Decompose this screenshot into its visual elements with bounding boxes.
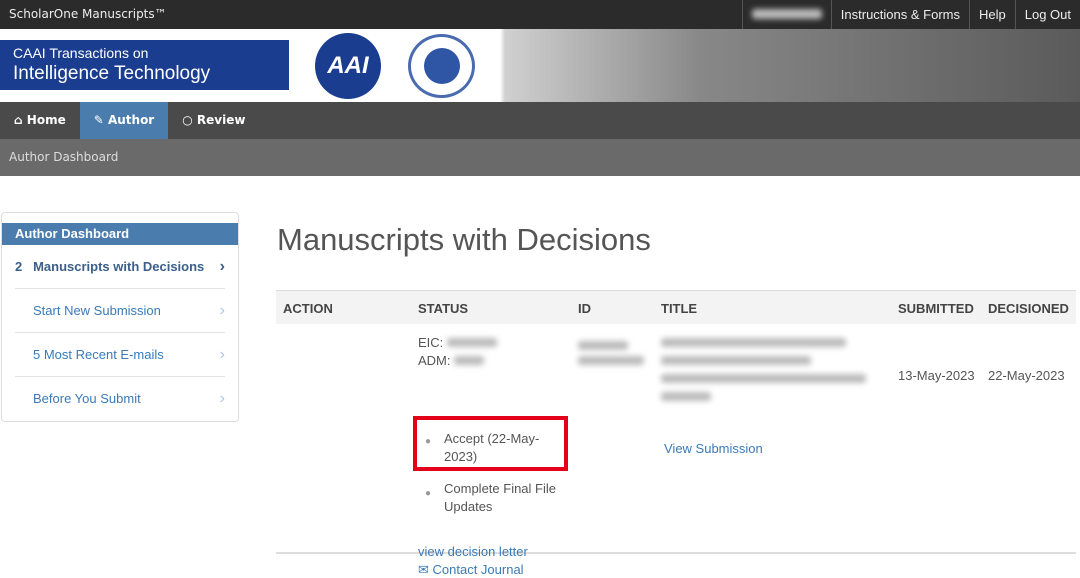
contact-journal-link[interactable]: ✉ Contact Journal — [418, 562, 524, 578]
contact-label: Contact Journal — [432, 562, 524, 577]
col-id: ID — [578, 301, 591, 316]
label: Manuscripts with Decisions — [33, 259, 205, 274]
pencil-icon: ✎ — [93, 113, 108, 127]
bullet-icon: ● — [425, 488, 432, 499]
label: 5 Most Recent E-mails — [33, 347, 164, 362]
label: Before You Submit — [33, 391, 141, 406]
status-final-files: Complete Final File Updates — [444, 481, 556, 514]
table-header: ACTION STATUS ID TITLE SUBMITTED DECISIO… — [276, 290, 1076, 324]
chevron-right-icon: › — [219, 346, 225, 363]
envelope-icon: ✉ — [418, 562, 433, 577]
highlight-box — [413, 416, 568, 471]
sidebar-item-new-submission[interactable]: Start New Submission › — [15, 289, 225, 333]
adm-label: ADM: — [418, 353, 451, 368]
col-decisioned: DECISIONED — [988, 301, 1069, 316]
manuscripts-table: ACTION STATUS ID TITLE SUBMITTED DECISIO… — [276, 290, 1076, 577]
brand: ScholarOne Manuscripts™ — [9, 7, 167, 21]
col-submitted: SUBMITTED — [898, 301, 974, 316]
journal-banner: CAAI Transactions on Intelligence Techno… — [0, 29, 1080, 102]
journal-title-line1: CAAI Transactions on — [13, 45, 149, 61]
nav-author-label: Author — [107, 113, 155, 127]
view-submission-link[interactable]: View Submission — [664, 441, 763, 456]
chevron-right-icon: › — [219, 258, 225, 275]
manuscript-title — [661, 338, 866, 401]
sidebar-item-emails[interactable]: 5 Most Recent E-mails › — [15, 333, 225, 377]
breadcrumb[interactable]: Author Dashboard — [0, 139, 1080, 176]
logout-link[interactable]: Log Out — [1014, 0, 1080, 29]
top-bar: ScholarOne Manuscripts™ Instructions & F… — [0, 0, 1080, 29]
home-icon: ⌂ — [14, 113, 27, 127]
journal-title-line2: Intelligence Technology — [13, 63, 211, 84]
nav-home[interactable]: ⌂ Home — [0, 102, 80, 139]
col-title: TITLE — [661, 301, 698, 316]
table-row: EIC: ADM: ● Accept (22-May-2023) ● Compl… — [276, 324, 1076, 577]
count: 2 — [15, 259, 23, 274]
main-nav: ⌂ Home ✎ Author ○ Review — [0, 102, 1080, 139]
nav-review[interactable]: ○ Review — [168, 102, 259, 139]
page-title: Manuscripts with Decisions — [277, 222, 651, 257]
eic-label: EIC: — [418, 335, 444, 350]
comment-icon: ○ — [182, 113, 197, 127]
caai-logo: AAI — [315, 33, 381, 99]
submitted-date: 13-May-2023 — [898, 368, 975, 383]
sidebar-item-before-submit[interactable]: Before You Submit › — [15, 377, 225, 421]
user-menu[interactable] — [741, 0, 831, 29]
help-link[interactable]: Help — [968, 0, 1015, 29]
chevron-right-icon: › — [219, 302, 225, 319]
label: Start New Submission — [33, 303, 161, 318]
nav-author[interactable]: ✎ Author — [79, 102, 169, 139]
chevron-right-icon: › — [219, 390, 225, 407]
manuscript-id — [578, 338, 644, 368]
decisioned-date: 22-May-2023 — [988, 368, 1065, 383]
university-seal — [408, 34, 475, 98]
sidebar: Author Dashboard 2 Manuscripts with Deci… — [1, 212, 239, 422]
nav-review-label: Review — [196, 113, 246, 127]
col-action: ACTION — [283, 301, 333, 316]
journal-title: CAAI Transactions on Intelligence Techno… — [0, 40, 289, 90]
view-decision-letter-link[interactable]: view decision letter — [418, 544, 528, 559]
nav-home-label: Home — [26, 113, 66, 127]
instructions-forms-link[interactable]: Instructions & Forms — [830, 0, 969, 29]
sidebar-title: Author Dashboard — [2, 223, 238, 245]
col-status: STATUS — [418, 301, 469, 316]
sidebar-item-decisions[interactable]: 2 Manuscripts with Decisions › — [15, 245, 225, 289]
